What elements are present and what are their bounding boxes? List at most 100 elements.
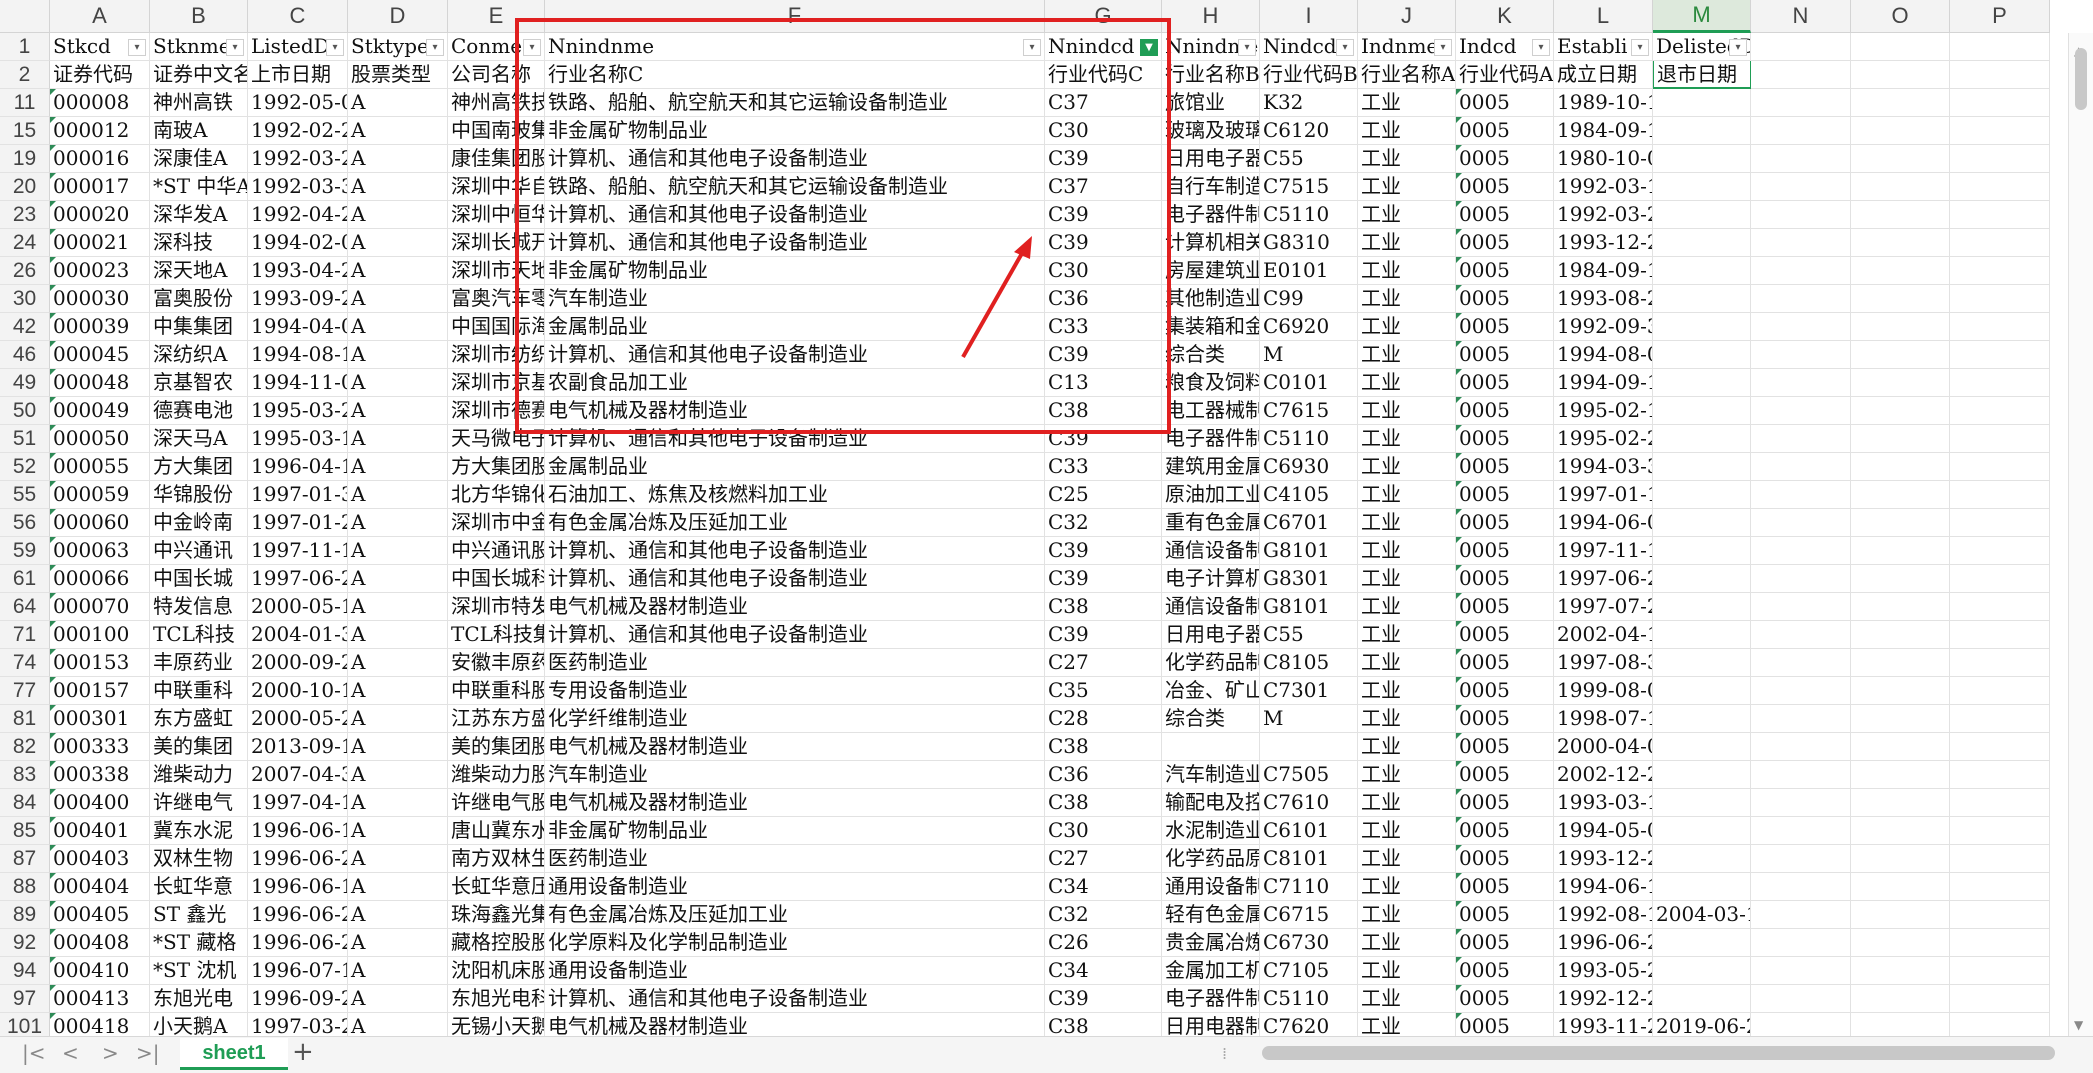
table-cell[interactable]: 000400 [50, 789, 150, 817]
table-cell[interactable] [1653, 789, 1751, 817]
table-cell[interactable]: C30 [1045, 817, 1162, 845]
table-cell[interactable]: 000008 [50, 89, 150, 117]
header-cell[interactable]: Nindcd ▾ [1260, 33, 1358, 61]
table-cell[interactable]: 化学纤维制造业 [545, 705, 1045, 733]
table-cell[interactable] [1653, 201, 1751, 229]
row-header[interactable]: 52 [0, 453, 50, 481]
table-cell[interactable]: 0005 [1456, 201, 1554, 229]
table-cell[interactable] [1851, 313, 1950, 341]
table-cell[interactable]: 计算机相关 [1162, 229, 1260, 257]
table-cell[interactable]: 1992-03-27 [248, 145, 348, 173]
row-header[interactable]: 20 [0, 173, 50, 201]
table-cell[interactable]: 工业 [1358, 229, 1456, 257]
table-cell[interactable] [1751, 621, 1851, 649]
table-cell[interactable]: 1997-11-11 [1554, 537, 1653, 565]
table-cell[interactable]: 000060 [50, 509, 150, 537]
label-cell[interactable]: 成立日期 [1554, 61, 1653, 89]
table-cell[interactable]: 北方华锦化学 [448, 481, 545, 509]
column-header-i[interactable]: I [1260, 0, 1358, 33]
table-cell[interactable]: 0005 [1456, 593, 1554, 621]
table-cell[interactable]: A [348, 425, 448, 453]
table-cell[interactable]: 0005 [1456, 929, 1554, 957]
table-cell[interactable] [1950, 845, 2050, 873]
table-cell[interactable]: 000401 [50, 817, 150, 845]
table-cell[interactable] [1751, 173, 1851, 201]
table-cell[interactable]: 000049 [50, 397, 150, 425]
table-cell[interactable]: 2000-05-29 [248, 705, 348, 733]
table-cell[interactable] [1851, 397, 1950, 425]
table-cell[interactable] [1751, 117, 1851, 145]
header-cell[interactable]: Indnme ▾ [1358, 33, 1456, 61]
table-cell[interactable]: *ST 中华A [150, 173, 248, 201]
table-cell[interactable]: 1992-05-07 [248, 89, 348, 117]
label-cell[interactable] [1950, 61, 2050, 89]
label-cell[interactable]: 行业代码B [1260, 61, 1358, 89]
table-cell[interactable]: ST 鑫光 [150, 901, 248, 929]
table-cell[interactable]: 1995-02-26 [1554, 425, 1653, 453]
table-cell[interactable]: 000050 [50, 425, 150, 453]
table-cell[interactable]: 0005 [1456, 761, 1554, 789]
row-header[interactable]: 30 [0, 285, 50, 313]
table-cell[interactable]: 1994-11-01 [248, 369, 348, 397]
row-header[interactable]: 74 [0, 649, 50, 677]
table-cell[interactable]: 2004-01-30 [248, 621, 348, 649]
header-cell[interactable]: Establi ▾ [1554, 33, 1653, 61]
table-cell[interactable]: 工业 [1358, 761, 1456, 789]
table-cell[interactable]: 安徽丰原药业 [448, 649, 545, 677]
spreadsheet-grid[interactable]: ABCDEFGHIJKLMNOP 1 Stkcd ▾ Stknme ▾ ListedDt ▾… [0, 0, 2093, 1073]
row-header[interactable]: 87 [0, 845, 50, 873]
table-cell[interactable] [1950, 565, 2050, 593]
table-cell[interactable]: 工业 [1358, 593, 1456, 621]
table-cell[interactable] [1851, 257, 1950, 285]
table-cell[interactable] [1751, 145, 1851, 173]
table-cell[interactable] [1851, 845, 1950, 873]
table-cell[interactable] [1851, 901, 1950, 929]
horizontal-scroll-thumb[interactable] [1262, 1046, 2055, 1060]
table-cell[interactable] [1851, 453, 1950, 481]
table-cell[interactable]: C26 [1045, 929, 1162, 957]
table-cell[interactable]: 深天马A [150, 425, 248, 453]
table-cell[interactable]: 工业 [1358, 985, 1456, 1013]
table-cell[interactable]: 1996-06-26 [248, 901, 348, 929]
table-cell[interactable]: 000333 [50, 733, 150, 761]
column-header-h[interactable]: H [1162, 0, 1260, 33]
table-cell[interactable]: 东旭光电 [150, 985, 248, 1013]
table-cell[interactable] [1851, 929, 1950, 957]
table-cell[interactable]: G8101 [1260, 537, 1358, 565]
table-cell[interactable]: C7505 [1260, 761, 1358, 789]
table-cell[interactable]: 有色金属冶炼及压延加工业 [545, 901, 1045, 929]
table-cell[interactable] [1653, 929, 1751, 957]
column-header-a[interactable]: A [50, 0, 150, 33]
table-cell[interactable]: A [348, 593, 448, 621]
table-cell[interactable]: 1996-06-14 [248, 817, 348, 845]
row-header[interactable]: 92 [0, 929, 50, 957]
table-cell[interactable]: 0005 [1456, 453, 1554, 481]
table-cell[interactable]: C6120 [1260, 117, 1358, 145]
table-cell[interactable]: 000405 [50, 901, 150, 929]
table-cell[interactable]: 工业 [1358, 453, 1456, 481]
table-cell[interactable] [1260, 733, 1358, 761]
table-cell[interactable]: 电工器械制 [1162, 397, 1260, 425]
table-cell[interactable]: 南玻A [150, 117, 248, 145]
table-cell[interactable]: 1992-03-20 [1554, 201, 1653, 229]
table-cell[interactable]: 2000-05-11 [248, 593, 348, 621]
row-header[interactable]: 94 [0, 957, 50, 985]
filter-dropdown-icon[interactable]: ▾ [1238, 39, 1256, 56]
table-cell[interactable]: 计算机、通信和其他电子设备制造业 [545, 537, 1045, 565]
table-cell[interactable]: 0005 [1456, 537, 1554, 565]
table-cell[interactable]: TCL科技 [150, 621, 248, 649]
table-cell[interactable] [1751, 789, 1851, 817]
table-cell[interactable] [1751, 705, 1851, 733]
table-cell[interactable]: 000039 [50, 313, 150, 341]
table-cell[interactable] [1950, 593, 2050, 621]
table-cell[interactable]: 0005 [1456, 341, 1554, 369]
table-cell[interactable]: 1997-04-18 [248, 789, 348, 817]
table-cell[interactable] [1851, 593, 1950, 621]
row-header[interactable]: 85 [0, 817, 50, 845]
table-cell[interactable]: 轻有色金属 [1162, 901, 1260, 929]
table-cell[interactable]: 电气机械及器材制造业 [545, 593, 1045, 621]
table-cell[interactable]: A [348, 313, 448, 341]
table-cell[interactable]: A [348, 481, 448, 509]
table-cell[interactable]: C34 [1045, 873, 1162, 901]
column-header-d[interactable]: D [348, 0, 448, 33]
